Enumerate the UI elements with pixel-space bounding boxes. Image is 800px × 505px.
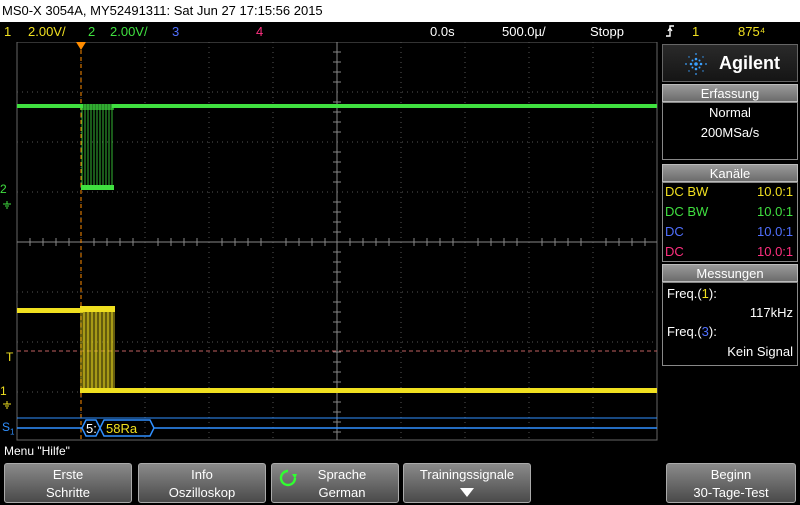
rotate-knob-icon <box>279 469 297 487</box>
waveform-display[interactable]: 2 T 1 S1 5: 58Ra <box>0 42 660 442</box>
run-state[interactable]: Stopp <box>590 22 624 42</box>
ch1-probe: 10.0:1 <box>757 184 794 199</box>
ch4-probe: 10.0:1 <box>757 244 794 259</box>
measurement-2-label: Freq.(3): <box>667 324 717 339</box>
channels-header[interactable]: Kanäle <box>662 164 798 182</box>
status-bar: 1 2.00V/ 2 2.00V/ 3 4 0.0s 500.0µ/ Stopp… <box>0 22 800 42</box>
softkey-label: Oszilloskop <box>168 485 236 500</box>
softkey-start-trial[interactable]: Beginn 30-Tage-Test <box>666 463 796 503</box>
softkey-about-oscilloscope[interactable]: Info Oszilloskop <box>138 463 266 503</box>
softkey-label: 30-Tage-Test <box>693 485 769 500</box>
serial-bus-marker[interactable]: S1 <box>2 420 14 436</box>
measurement-1-label: Freq.(1): <box>667 286 717 301</box>
softkey-label: Erste <box>52 467 84 482</box>
ch3-coupling: DC <box>665 224 684 239</box>
softkey-language[interactable]: Sprache German <box>271 463 399 503</box>
ch2-probe: 10.0:1 <box>757 204 794 219</box>
serial-bus-index: 1 <box>10 427 15 437</box>
acquisition-rate: 200MSa/s <box>700 125 760 140</box>
measurements-header[interactable]: Messungen <box>662 264 798 282</box>
ch4-coupling: DC <box>665 244 684 259</box>
acquisition-mode: Normal <box>709 105 751 120</box>
brand-logo: Agilent <box>662 44 798 82</box>
measurement-2-value: Kein Signal <box>727 344 793 359</box>
timebase-value[interactable]: 500.0µ/ <box>502 22 546 42</box>
delay-value[interactable]: 0.0s <box>430 22 455 42</box>
softkey-training-signals[interactable]: Trainingssignale <box>403 463 531 503</box>
window-title: MS0-X 3054A, MY52491311: Sat Jun 27 17:1… <box>0 0 800 22</box>
serial-bus-label: S <box>2 420 11 434</box>
ch2-number[interactable]: 2 <box>88 22 95 42</box>
measurement-1-value: 117kHz <box>749 305 793 320</box>
measurements-box: Freq.(1): 117kHz Freq.(3): Kein Signal <box>662 282 798 366</box>
trigger-source[interactable]: 1 <box>692 22 699 42</box>
softkey-getting-started[interactable]: Erste Schritte <box>4 463 132 503</box>
softkey-label: Trainingssignale <box>419 467 515 482</box>
ch2-scale[interactable]: 2.00V/ <box>110 22 148 42</box>
channels-box: DC BW 10.0:1 DC BW 10.0:1 DC 10.0:1 DC 1… <box>662 182 798 262</box>
serial-decode-field-1: 5: <box>86 421 97 436</box>
acquisition-header[interactable]: Erfassung <box>662 84 798 102</box>
softkey-label: Schritte <box>45 485 91 500</box>
ch2-coupling: DC BW <box>665 204 709 219</box>
brand-name: Agilent <box>719 53 780 73</box>
ch3-number[interactable]: 3 <box>172 22 179 42</box>
softkey-bar: Erste Schritte Info Oszilloskop Sprache … <box>0 459 800 503</box>
trigger-level[interactable]: 875⁴ <box>738 22 765 42</box>
agilent-spark-icon <box>685 53 707 75</box>
ground-symbol-icon <box>2 396 12 409</box>
side-panel: Agilent Erfassung Normal 200MSa/s Kanäle… <box>660 42 800 442</box>
ch1-number[interactable]: 1 <box>4 22 11 42</box>
ground-symbol-icon <box>2 196 12 209</box>
softkey-label: Info <box>191 467 213 482</box>
ch3-probe: 10.0:1 <box>757 224 794 239</box>
menu-title: Menu "Hilfe" <box>0 443 800 459</box>
ch1-coupling: DC BW <box>665 184 709 199</box>
ch2-ground-marker[interactable]: 2 <box>0 182 7 196</box>
acquisition-box: Normal 200MSa/s <box>662 102 798 160</box>
trigger-position-marker[interactable] <box>76 42 86 50</box>
ch4-number[interactable]: 4 <box>256 22 263 42</box>
trigger-level-marker[interactable]: T <box>6 350 13 364</box>
softkey-label: Beginn <box>710 467 752 482</box>
arrow-down-icon <box>460 488 474 497</box>
ch1-scale[interactable]: 2.00V/ <box>28 22 66 42</box>
serial-decode-field-2: 58Ra <box>106 421 138 436</box>
